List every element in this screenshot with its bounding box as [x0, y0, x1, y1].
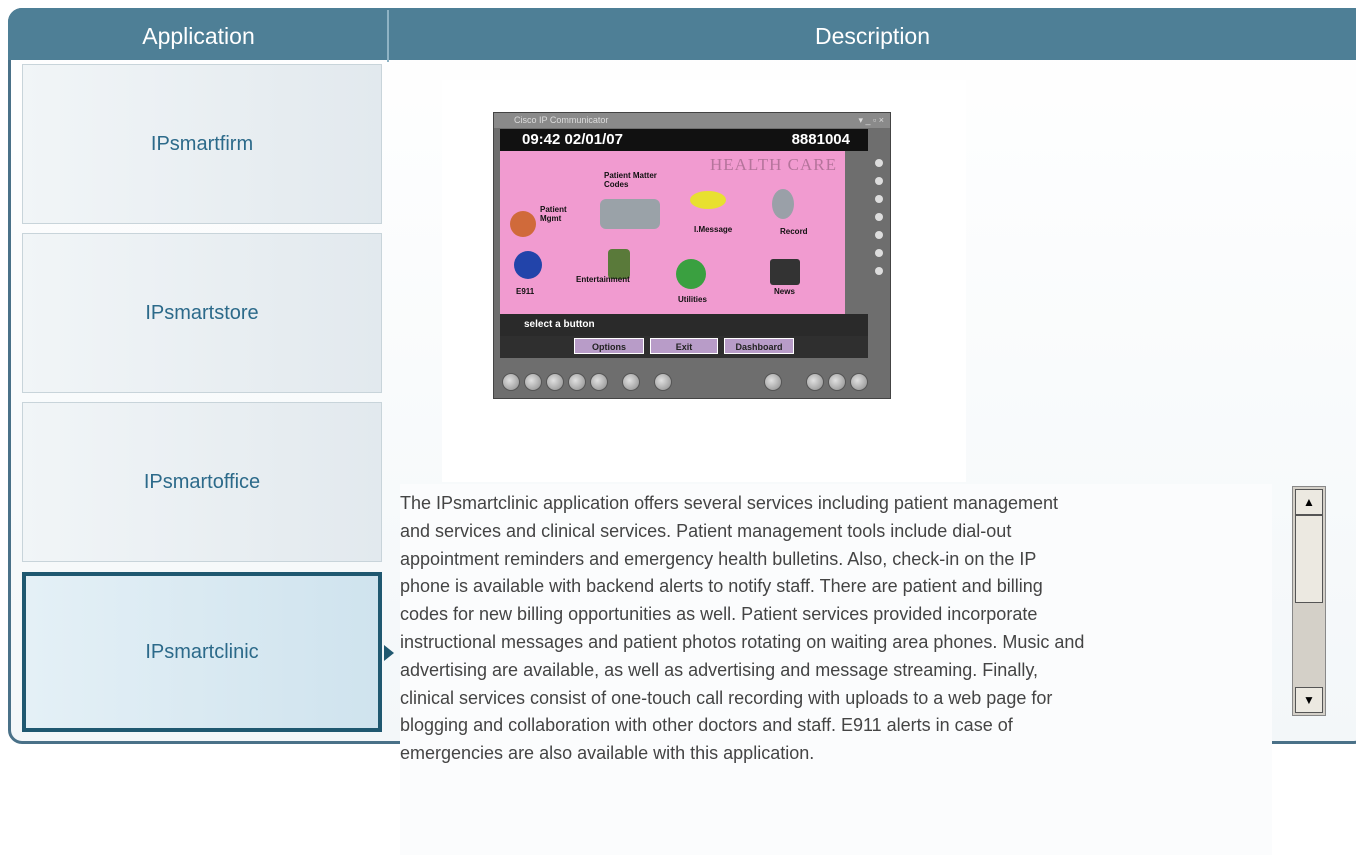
phone-extension: 8881004: [791, 131, 850, 148]
icon-label-codes: Patient Matter Codes: [604, 171, 657, 189]
control-button-icon: [502, 373, 520, 391]
control-button-icon: [828, 373, 846, 391]
header-description: Description: [814, 23, 931, 49]
description-line: advertising are available, as well as ad…: [400, 659, 1038, 680]
icon-label-message: I.Message: [694, 225, 733, 234]
description-line: blogging and collaboration with other do…: [400, 715, 1013, 736]
message-bubble-icon: [690, 191, 726, 209]
scroll-up-arrow-icon[interactable]: ▲: [1295, 489, 1323, 515]
app-item-ipsmartclinic[interactable]: IPsmartclinic: [22, 572, 382, 732]
scroll-thumb[interactable]: [1295, 515, 1323, 603]
icon-label-news: News: [774, 287, 795, 296]
description-line: clinical services consist of one-touch c…: [400, 687, 1053, 708]
phone-window-title: Cisco IP Communicator: [494, 113, 890, 128]
app-item-ipsmartstore[interactable]: IPsmartstore: [22, 233, 382, 393]
description-line: phone is available with backend alerts t…: [400, 576, 1043, 597]
description-line: appointment reminders and emergency heal…: [400, 548, 1037, 569]
volume-up-icon: [764, 373, 782, 391]
selection-pointer-icon: [384, 645, 394, 661]
control-button-icon: [806, 373, 824, 391]
phone-screen-title: HEALTH CARE: [709, 155, 837, 174]
icon-label-e911: E911: [516, 287, 535, 296]
desk-phone-icon: [600, 199, 660, 229]
patient-icon: [510, 211, 536, 237]
line-buttons: [872, 153, 886, 313]
phone-prompt: select a button: [500, 314, 868, 336]
softkey-dashboard: Dashboard: [724, 338, 794, 354]
description-line: instructional messages and patient photo…: [400, 631, 1085, 652]
control-button-icon: [568, 373, 586, 391]
app-item-ipsmartfirm[interactable]: IPsmartfirm: [22, 64, 382, 224]
description-line: emergencies are also available with this…: [400, 743, 815, 764]
control-button-icon: [850, 373, 868, 391]
phone-time-date: 09:42 02/01/07: [522, 131, 623, 148]
icon-label-record: Record: [780, 227, 808, 236]
phone-softkeys: Options Exit Dashboard: [500, 336, 868, 358]
phone-screen: HEALTH CARE Patient Matter Codes Patient…: [500, 151, 845, 314]
description-line: and services and clinical services. Pati…: [400, 520, 1012, 541]
softkey-exit: Exit: [650, 338, 718, 354]
description-text: The IPsmartclinic application offers sev…: [400, 490, 1292, 768]
ip-phone-image: Cisco IP Communicator ▾ _ ▫ × 09:42 02/0…: [493, 112, 891, 399]
description-line: codes for new billing opportunities as w…: [400, 604, 1038, 625]
app-item-ipsmartoffice[interactable]: IPsmartoffice: [22, 402, 382, 562]
icon-label-patient: Patient Mgmt: [540, 205, 567, 223]
header-application: Application: [142, 23, 255, 49]
control-button-icon: [590, 373, 608, 391]
icon-label-utilities: Utilities: [678, 295, 707, 304]
description-line: The IPsmartclinic application offers sev…: [400, 493, 1058, 513]
phone-status-bar: 09:42 02/01/07 8881004: [500, 129, 868, 151]
control-button-icon: [622, 373, 640, 391]
control-button-icon: [546, 373, 564, 391]
globe-icon: [514, 251, 542, 279]
microphone-icon: [772, 189, 794, 219]
phone-controls: [494, 371, 892, 395]
description-scrollbar[interactable]: ▲ ▼: [1292, 486, 1326, 716]
scroll-down-arrow-icon[interactable]: ▼: [1295, 687, 1323, 713]
utilities-icon: [676, 259, 706, 289]
volume-down-icon: [654, 373, 672, 391]
control-button-icon: [524, 373, 542, 391]
tv-icon: [770, 259, 800, 285]
softkey-options: Options: [574, 338, 644, 354]
icon-label-entertainment: Entertainment: [576, 275, 630, 284]
window-controls-icon: ▾ _ ▫ ×: [858, 115, 884, 125]
